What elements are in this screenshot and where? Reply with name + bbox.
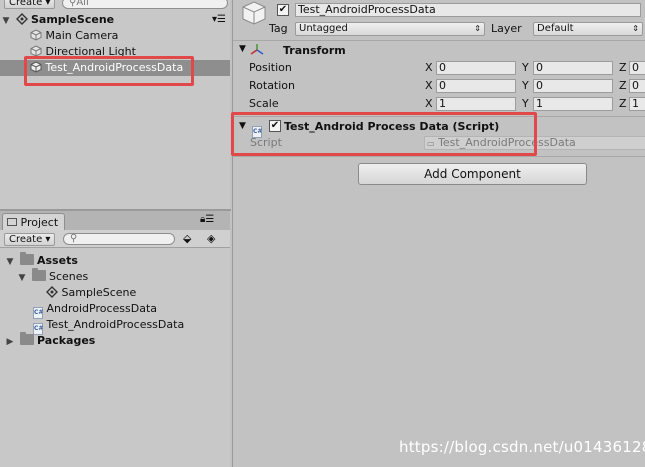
position-y-input[interactable]: 0: [533, 61, 613, 75]
expand-arrow-icon[interactable]: ▼: [0, 13, 12, 29]
highlight-box: [231, 112, 537, 156]
position-z-input[interactable]: 0: [629, 61, 645, 75]
unity-scene-icon: [15, 13, 28, 25]
inspector-panel: ✔ Test_AndroidProcessData Tag Untagged ⇕ …: [231, 0, 645, 467]
hierarchy-item-main-camera[interactable]: Main Camera: [30, 28, 118, 44]
scene-menu-icon[interactable]: ▾☰: [212, 12, 226, 28]
axis-x-label[interactable]: X: [425, 97, 433, 111]
lock-icon[interactable]: 🔒︎☰: [200, 214, 214, 225]
panel-splitter[interactable]: [0, 209, 231, 211]
gameobject-icon: [30, 29, 42, 41]
filter-label-icon[interactable]: ◈: [207, 232, 215, 245]
tag-label: Tag: [269, 22, 288, 35]
dropdown-arrow-icon: ⇕: [632, 24, 639, 33]
search-icon: ⚲: [70, 233, 78, 244]
scale-x-input[interactable]: 1: [436, 97, 516, 111]
scene-row[interactable]: ▼ SampleScene ▾☰: [0, 12, 230, 28]
scale-y-input[interactable]: 1: [533, 97, 613, 111]
axis-y-label[interactable]: Y: [522, 97, 529, 111]
active-toggle[interactable]: ✔: [277, 4, 289, 16]
watermark-text: https://blog.csdn.net/u014361280: [399, 438, 645, 456]
axis-z-label[interactable]: Z: [619, 61, 627, 75]
project-item-assets[interactable]: ▼ Assets: [4, 252, 78, 270]
expand-arrow-icon[interactable]: ▼: [239, 44, 246, 54]
transform-icon: [249, 43, 265, 60]
folder-icon: [19, 332, 34, 345]
create-label: Create: [9, 0, 43, 8]
expand-arrow-icon[interactable]: ▼: [4, 254, 16, 270]
expand-arrow-icon[interactable]: ▼: [16, 270, 28, 286]
gameobject-large-icon: [241, 1, 267, 25]
project-item-samplescene[interactable]: SampleScene: [46, 285, 136, 301]
axis-x-label[interactable]: X: [425, 79, 433, 93]
scene-name: SampleScene: [31, 13, 115, 26]
folder-icon: [19, 252, 34, 265]
project-create-button[interactable]: Create ▾: [4, 233, 56, 246]
project-item-androidprocessdata[interactable]: C# AndroidProcessData: [33, 301, 157, 319]
project-search-input[interactable]: ⚲: [63, 233, 175, 245]
rotation-x-input[interactable]: 0: [436, 79, 516, 93]
transform-title: Transform: [283, 44, 346, 57]
hierarchy-search-input[interactable]: ⚲All: [62, 0, 228, 9]
layer-dropdown[interactable]: Default ⇕: [533, 22, 643, 36]
hierarchy-create-button[interactable]: Create ▾: [4, 0, 56, 9]
project-tab-icon: [7, 218, 17, 226]
unity-scene-icon: [46, 286, 58, 298]
axis-y-label[interactable]: Y: [522, 79, 529, 93]
divider: [233, 156, 645, 157]
dropdown-arrow-icon: ⇕: [474, 24, 481, 33]
tab-project[interactable]: Project: [2, 213, 66, 231]
project-item-packages[interactable]: ▶ Packages: [4, 332, 95, 350]
add-component-button[interactable]: Add Component: [358, 163, 587, 185]
position-x-input[interactable]: 0: [436, 61, 516, 75]
divider: [233, 40, 645, 41]
axis-y-label[interactable]: Y: [522, 61, 529, 75]
axis-z-label[interactable]: Z: [619, 97, 627, 111]
scale-z-input[interactable]: 1: [629, 97, 645, 111]
project-item-scenes[interactable]: ▼ Scenes: [16, 268, 88, 286]
layer-label: Layer: [491, 22, 522, 35]
rotation-z-input[interactable]: 0: [629, 79, 645, 93]
hierarchy-panel: Create ▾ ⚲All ▼ SampleScene ▾☰ Main Came…: [0, 0, 230, 210]
axis-x-label[interactable]: X: [425, 61, 433, 75]
filter-type-icon[interactable]: ⬙: [183, 232, 191, 245]
folder-icon: [31, 268, 46, 281]
project-item-test-androidprocessdata[interactable]: C# Test_AndroidProcessData: [33, 317, 184, 335]
highlight-box: [24, 56, 194, 86]
object-name-input[interactable]: Test_AndroidProcessData: [295, 3, 641, 17]
project-panel: Project 🔒︎☰ Create ▾ ⚲ ⬙ ◈ ▼ Assets ▼ Sc…: [0, 211, 230, 467]
collapse-arrow-icon[interactable]: ▶: [4, 334, 16, 350]
rotation-y-input[interactable]: 0: [533, 79, 613, 93]
axis-z-label[interactable]: Z: [619, 79, 627, 93]
tag-dropdown[interactable]: Untagged ⇕: [295, 22, 485, 36]
